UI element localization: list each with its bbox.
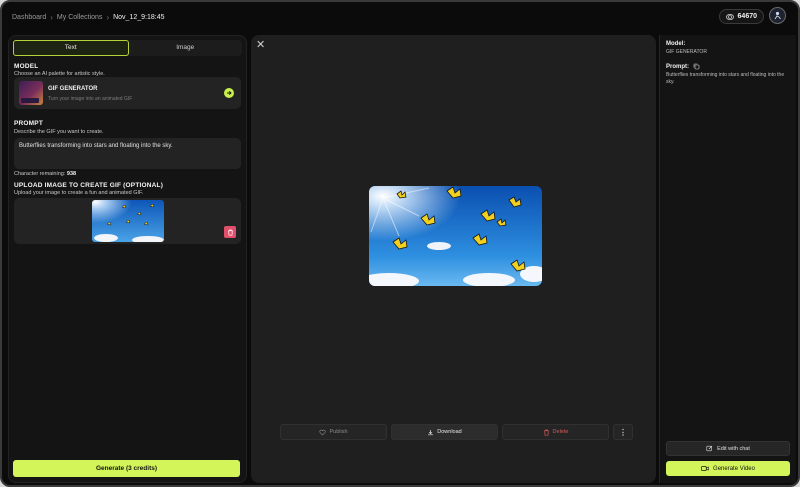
generate-video-label: Generate Video bbox=[713, 465, 755, 472]
details-prompt-heading: Prompt: bbox=[666, 63, 700, 70]
download-button[interactable]: Download bbox=[391, 424, 498, 440]
edit-with-chat-label: Edit with chat bbox=[717, 445, 750, 452]
prompt-heading: PROMPT bbox=[14, 120, 44, 127]
preview-actions: Publish Download Delete ⋮ bbox=[280, 424, 633, 440]
upload-subheading: Upload your image to create a fun and an… bbox=[14, 190, 144, 196]
trash-icon[interactable] bbox=[224, 226, 236, 238]
delete-label: Delete bbox=[552, 429, 569, 435]
character-remaining-value: 938 bbox=[66, 171, 77, 177]
breadcrumb-current: Nov_12_9:18:45 bbox=[113, 13, 165, 21]
character-remaining-label: Character remaining: bbox=[14, 171, 66, 177]
download-label: Download bbox=[437, 429, 462, 435]
generator-panel: Text Image MODEL Choose an AI palette fo… bbox=[8, 35, 247, 483]
arrow-right-icon[interactable] bbox=[224, 88, 234, 98]
top-bar: Dashboard › My Collections › Nov_12_9:18… bbox=[2, 2, 798, 32]
breadcrumb: Dashboard › My Collections › Nov_12_9:18… bbox=[12, 13, 165, 22]
generate-button[interactable]: Generate (3 credits) bbox=[13, 460, 240, 477]
generated-gif-preview bbox=[369, 186, 542, 286]
credits-badge[interactable]: 64670 bbox=[718, 9, 764, 24]
tab-text[interactable]: Text bbox=[13, 40, 129, 56]
details-model-value: GIF GENERATOR bbox=[666, 49, 707, 55]
edit-icon bbox=[706, 445, 713, 452]
avatar-icon[interactable] bbox=[769, 7, 786, 24]
mode-tabs: Text Image bbox=[13, 40, 242, 56]
details-prompt-value: Butterflies transforming into stars and … bbox=[666, 72, 785, 85]
copy-icon[interactable] bbox=[693, 63, 700, 70]
model-description: Turn your image into an animated GIF bbox=[48, 96, 133, 102]
credits-value: 64670 bbox=[737, 13, 757, 20]
generate-video-button[interactable]: Generate Video bbox=[666, 461, 790, 476]
upload-heading: UPLOAD IMAGE TO CREATE GIF (OPTIONAL) bbox=[14, 182, 164, 189]
details-prompt-label: Prompt: bbox=[666, 63, 689, 70]
breadcrumb-dashboard[interactable]: Dashboard bbox=[12, 14, 46, 21]
chevron-right-icon: › bbox=[50, 12, 53, 22]
publish-button[interactable]: Publish bbox=[280, 424, 387, 440]
model-name: GIF GENERATOR bbox=[48, 86, 98, 92]
publish-label: Publish bbox=[329, 429, 348, 435]
model-heading: MODEL bbox=[14, 63, 39, 70]
model-thumbnail bbox=[19, 81, 43, 105]
more-vertical-icon[interactable]: ⋮ bbox=[613, 424, 633, 440]
download-icon bbox=[428, 429, 434, 435]
trash-icon bbox=[543, 429, 549, 436]
details-panel: Model: GIF GENERATOR Prompt: Butterflies… bbox=[659, 35, 796, 483]
delete-button[interactable]: Delete bbox=[502, 424, 609, 440]
uploaded-image bbox=[92, 200, 164, 242]
video-icon bbox=[701, 466, 709, 471]
model-selector[interactable]: GIF GENERATOR Turn your image into an an… bbox=[14, 77, 241, 109]
chevron-right-icon: › bbox=[106, 12, 110, 22]
character-remaining: Character remaining: 938 bbox=[14, 171, 76, 177]
coin-icon bbox=[725, 13, 734, 20]
breadcrumb-my-collections[interactable]: My Collections bbox=[57, 14, 103, 21]
close-icon[interactable]: ✕ bbox=[256, 38, 265, 51]
prompt-subheading: Describe the GIF you want to create. bbox=[14, 129, 104, 135]
heart-icon bbox=[319, 429, 326, 435]
details-model-label: Model: bbox=[666, 41, 686, 47]
upload-dropzone[interactable] bbox=[14, 198, 241, 244]
prompt-input[interactable]: Butterflies transforming into stars and … bbox=[14, 138, 241, 169]
edit-with-chat-button[interactable]: Edit with chat bbox=[666, 441, 790, 456]
preview-panel: ✕ Publish Download Delete ⋮ bbox=[251, 35, 656, 483]
tab-image[interactable]: Image bbox=[129, 40, 243, 56]
app-window: Dashboard › My Collections › Nov_12_9:18… bbox=[0, 0, 800, 487]
